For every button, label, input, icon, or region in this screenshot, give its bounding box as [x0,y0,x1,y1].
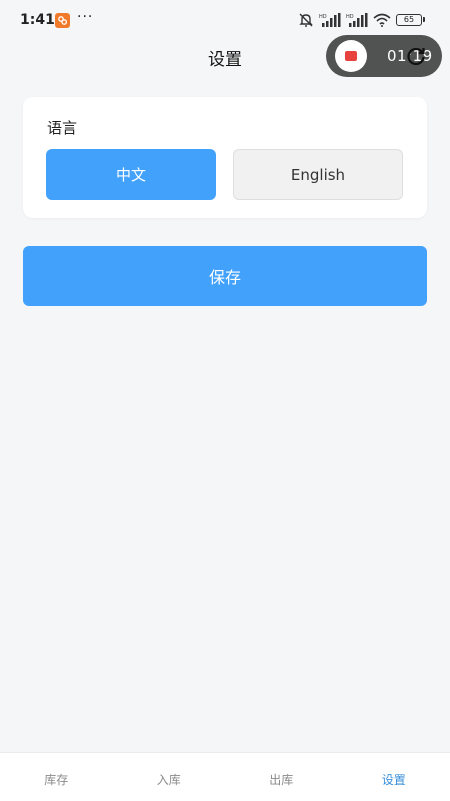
language-option-chinese[interactable]: 中文 [46,149,216,200]
wifi-icon [373,13,391,27]
stop-icon [345,51,357,61]
bottom-tab-bar: 库存 入库 出库 设置 [0,752,450,801]
refresh-icon [405,45,427,71]
status-time: 1:41 [20,12,55,28]
language-option-english[interactable]: English [233,149,403,200]
status-bar: 1:41 ··· HD HD [0,0,450,40]
hd-signal-icon: HD [346,13,368,27]
tab-inbound[interactable]: 入库 [113,753,226,801]
status-icons: HD HD [298,12,422,28]
screen-recorder-overlay[interactable]: 01:19 [326,35,442,77]
language-label: 语言 [47,117,77,138]
more-notifications-indicator: ··· [77,9,93,25]
mute-icon [298,12,314,28]
tab-outbound[interactable]: 出库 [225,753,338,801]
svg-text:HD: HD [319,14,327,20]
svg-text:HD: HD [346,14,354,20]
stop-recording-button[interactable] [335,40,367,72]
language-settings-card: 语言 中文 English [23,97,427,218]
app-notification-icon [55,13,70,28]
save-button[interactable]: 保存 [23,246,427,306]
hd-signal-icon: HD [319,13,341,27]
tab-settings[interactable]: 设置 [338,753,450,801]
battery-icon: 65 [396,14,422,26]
tab-inventory[interactable]: 库存 [0,753,113,801]
